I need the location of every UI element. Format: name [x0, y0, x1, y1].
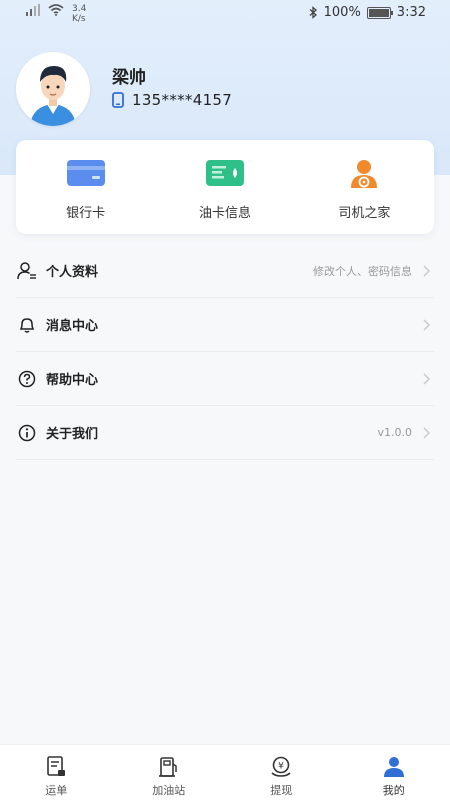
user-phone: 135****4157 — [132, 91, 232, 109]
chevron-right-icon — [420, 427, 432, 439]
me-icon — [382, 755, 406, 779]
menu-item-hint: 修改个人、密码信息 — [313, 263, 412, 279]
user-phone-row: 135****4157 — [112, 91, 232, 109]
signal-icon — [26, 4, 40, 16]
chevron-right-icon — [420, 265, 432, 277]
quick-action-label: 油卡信息 — [199, 202, 251, 221]
quick-action-label: 银行卡 — [66, 202, 105, 221]
quick-action-driver-home[interactable]: 司机之家 — [295, 140, 434, 234]
menu-item-help[interactable]: 帮助中心 — [16, 352, 434, 406]
tab-label: 运单 — [45, 782, 67, 798]
tab-waybill[interactable]: 运单 — [0, 745, 113, 801]
bottom-tab-bar: 运单 加油站 ¥ 提现 我的 — [0, 744, 450, 801]
driver-home-icon — [344, 158, 384, 188]
status-right: 100% 3:32 — [309, 5, 426, 20]
tab-withdraw[interactable]: ¥ 提现 — [225, 745, 338, 801]
tab-label: 加油站 — [152, 782, 185, 798]
menu-item-label: 消息中心 — [46, 315, 98, 334]
info-icon — [16, 422, 38, 444]
battery-icon — [367, 7, 391, 19]
menu-item-about[interactable]: 关于我们 v1.0.0 — [16, 406, 434, 460]
avatar[interactable] — [16, 52, 90, 126]
quick-actions-card: 银行卡 油卡信息 司机之家 — [16, 140, 434, 234]
clock: 3:32 — [397, 5, 426, 20]
network-speed: 3.4 K/s — [72, 4, 86, 24]
network-speed-value: 3.4 — [72, 4, 86, 14]
status-bar: 3.4 K/s 100% 3:32 — [0, 0, 450, 28]
quick-action-fuel-card[interactable]: 油卡信息 — [155, 140, 294, 234]
network-speed-unit: K/s — [72, 14, 86, 24]
user-profile-icon — [16, 260, 38, 282]
chevron-right-icon — [420, 319, 432, 331]
waybill-icon — [44, 755, 68, 779]
question-icon — [16, 368, 38, 390]
gas-station-icon — [157, 755, 181, 779]
fuel-card-icon — [205, 158, 245, 188]
settings-menu: 个人资料 修改个人、密码信息 消息中心 帮助中心 — [16, 244, 434, 460]
chevron-right-icon — [420, 373, 432, 385]
quick-action-bank-card[interactable]: 银行卡 — [16, 140, 155, 234]
user-name: 梁帅 — [112, 63, 146, 88]
tab-label: 提现 — [270, 782, 292, 798]
tab-label: 我的 — [383, 782, 405, 798]
menu-item-label: 帮助中心 — [46, 369, 98, 388]
menu-item-profile[interactable]: 个人资料 修改个人、密码信息 — [16, 244, 434, 298]
phone-icon — [112, 92, 124, 108]
bell-icon — [16, 314, 38, 336]
status-left: 3.4 K/s — [26, 4, 86, 24]
tab-gas-station[interactable]: 加油站 — [113, 745, 226, 801]
menu-item-label: 个人资料 — [46, 261, 98, 280]
quick-action-label: 司机之家 — [338, 202, 390, 221]
bluetooth-icon — [309, 6, 318, 19]
app-version: v1.0.0 — [378, 426, 413, 439]
battery-percent: 100% — [324, 5, 361, 20]
menu-item-messages[interactable]: 消息中心 — [16, 298, 434, 352]
withdraw-icon: ¥ — [269, 755, 293, 779]
menu-item-label: 关于我们 — [46, 423, 98, 442]
avatar-illustration — [16, 52, 90, 126]
bank-card-icon — [66, 158, 106, 188]
tab-me[interactable]: 我的 — [338, 745, 450, 801]
svg-text:¥: ¥ — [278, 762, 284, 772]
wifi-icon — [48, 4, 64, 16]
